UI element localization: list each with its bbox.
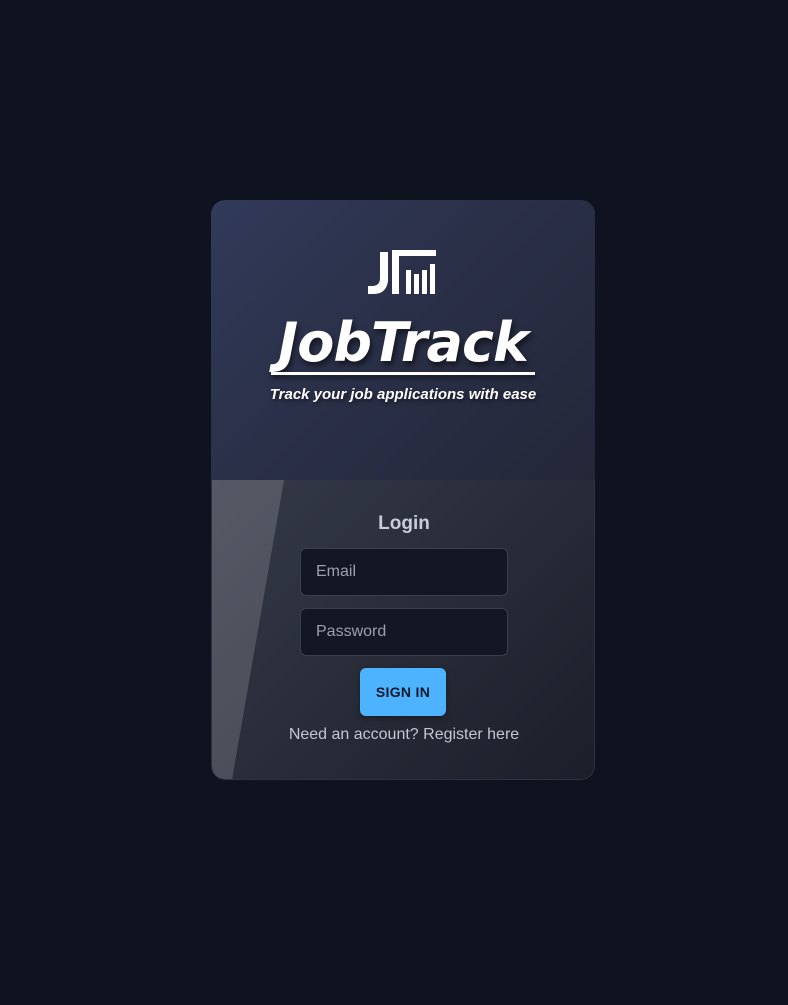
password-input[interactable] bbox=[300, 608, 508, 656]
brand-name: JobTrack bbox=[278, 311, 529, 374]
login-form: Login SIGN IN Need an account? Register … bbox=[211, 480, 595, 780]
login-card: JobTrack Track your job applications wit… bbox=[211, 200, 595, 780]
email-input[interactable] bbox=[300, 548, 508, 596]
brand-header: JobTrack Track your job applications wit… bbox=[211, 200, 595, 480]
brand-tagline: Track your job applications with ease bbox=[269, 386, 537, 403]
sign-in-button[interactable]: SIGN IN bbox=[360, 668, 446, 716]
brand-underline bbox=[271, 372, 535, 375]
register-link[interactable]: Need an account? Register here bbox=[212, 726, 594, 744]
login-title: Login bbox=[378, 513, 430, 534]
jobtrack-logo-icon bbox=[368, 250, 436, 294]
